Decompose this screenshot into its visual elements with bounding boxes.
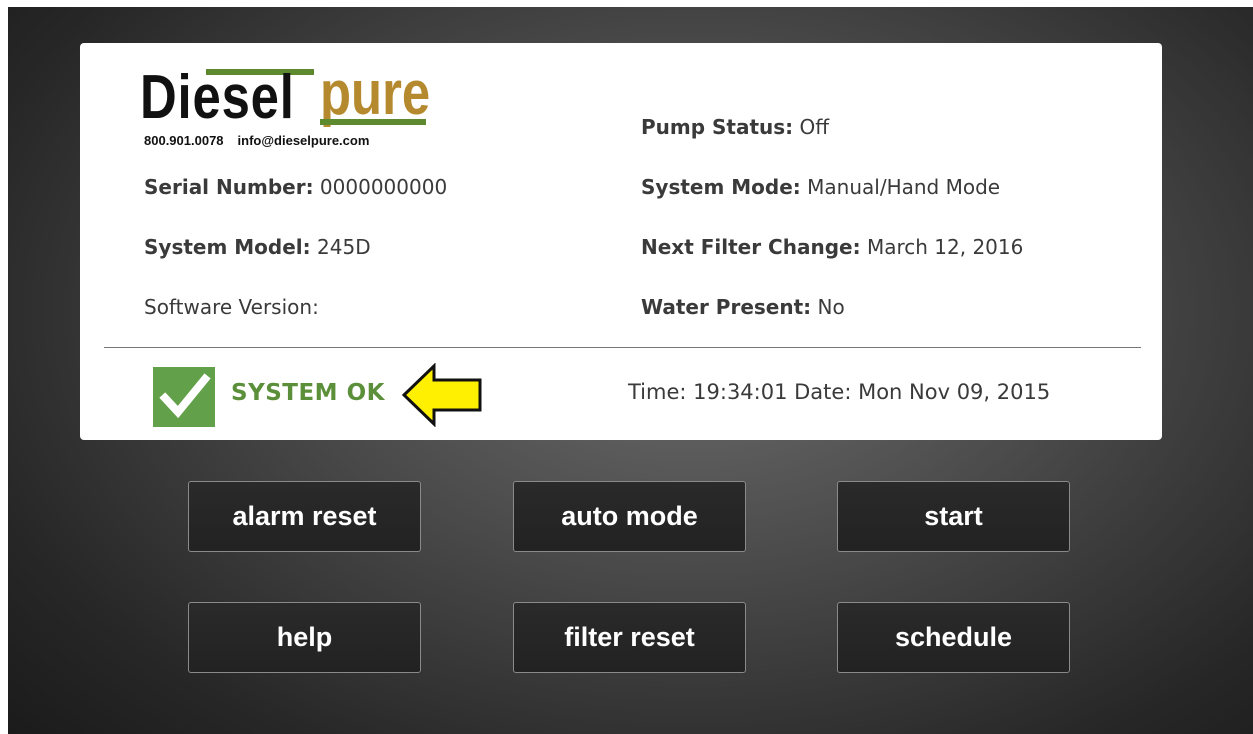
system-model-label: System Model: bbox=[144, 235, 311, 259]
system-model-value: 245D bbox=[317, 235, 371, 259]
dieselpure-logo: Diesel pure 800.901.0078 info@dieselpure.… bbox=[140, 63, 450, 153]
water-present-label: Water Present: bbox=[641, 295, 812, 319]
system-mode-value: Manual/Hand Mode bbox=[807, 175, 1001, 199]
serial-number-label: Serial Number: bbox=[144, 175, 314, 199]
alarm-reset-button[interactable]: alarm reset bbox=[188, 481, 421, 552]
hmi-screen: Diesel pure 800.901.0078 info@dieselpure.… bbox=[8, 7, 1253, 734]
divider bbox=[104, 347, 1141, 348]
system-status-text: SYSTEM OK bbox=[231, 380, 385, 406]
logo-text-diesel: Diesel bbox=[140, 63, 295, 132]
check-icon bbox=[153, 367, 215, 427]
system-mode-field: System Mode: Manual/Hand Mode bbox=[641, 175, 1000, 199]
serial-number-field: Serial Number: 0000000000 bbox=[144, 175, 447, 199]
start-button[interactable]: start bbox=[837, 481, 1070, 552]
water-present-field: Water Present: No bbox=[641, 295, 845, 319]
pump-status-value: Off bbox=[799, 115, 830, 139]
next-filter-change-field: Next Filter Change: March 12, 2016 bbox=[641, 235, 1023, 259]
auto-mode-button[interactable]: auto mode bbox=[513, 481, 746, 552]
water-present-value: No bbox=[817, 295, 845, 319]
contact-email: info@dieselpure.com bbox=[237, 133, 370, 148]
help-button[interactable]: help bbox=[188, 602, 421, 673]
status-panel: Diesel pure 800.901.0078 info@dieselpure.… bbox=[80, 43, 1162, 440]
logo-contact: 800.901.0078 info@dieselpure.com bbox=[144, 133, 369, 148]
pump-status-label: Pump Status: bbox=[641, 115, 794, 139]
next-filter-change-value: March 12, 2016 bbox=[866, 235, 1024, 259]
logo-text-pure: pure bbox=[320, 59, 431, 128]
contact-phone: 800.901.0078 bbox=[144, 133, 224, 148]
system-mode-label: System Mode: bbox=[641, 175, 801, 199]
datetime-readout: Time: 19:34:01 Date: Mon Nov 09, 2015 bbox=[628, 380, 1051, 404]
next-filter-change-label: Next Filter Change: bbox=[641, 235, 861, 259]
serial-number-value: 0000000000 bbox=[319, 175, 448, 199]
logo-bar-bottom bbox=[320, 119, 426, 125]
software-version-field: Software Version: bbox=[144, 295, 319, 319]
pump-status-field: Pump Status: Off bbox=[641, 115, 829, 139]
system-model-field: System Model: 245D bbox=[144, 235, 371, 259]
schedule-button[interactable]: schedule bbox=[837, 602, 1070, 673]
arrow-left-icon bbox=[401, 362, 484, 428]
software-version-label: Software Version: bbox=[144, 295, 319, 319]
filter-reset-button[interactable]: filter reset bbox=[513, 602, 746, 673]
